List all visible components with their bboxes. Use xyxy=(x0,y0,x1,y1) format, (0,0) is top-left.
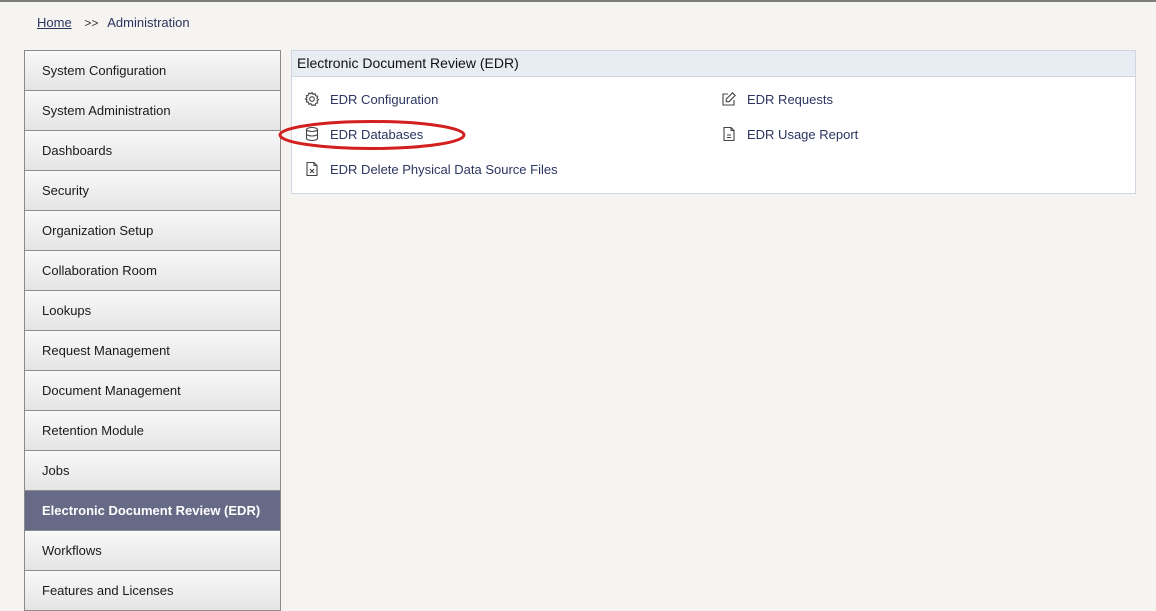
breadcrumb-home-link[interactable]: Home xyxy=(37,15,72,30)
document-icon xyxy=(721,126,737,142)
database-icon xyxy=(304,126,320,142)
edr-usage-report-label: EDR Usage Report xyxy=(747,126,859,142)
sidebar-item-retention-module[interactable]: Retention Module xyxy=(25,411,280,451)
breadcrumb-separator: >> xyxy=(84,16,99,30)
sidebar-item-lookups[interactable]: Lookups xyxy=(25,291,280,331)
edr-databases-label: EDR Databases xyxy=(330,126,424,142)
breadcrumb-current: Administration xyxy=(107,15,190,30)
gear-icon xyxy=(304,91,320,107)
sidebar-item-workflows[interactable]: Workflows xyxy=(25,531,280,571)
admin-sidebar: System Configuration System Administrati… xyxy=(24,50,281,611)
edr-configuration-label: EDR Configuration xyxy=(330,91,439,107)
file-delete-icon xyxy=(304,161,320,177)
edr-databases-link[interactable]: EDR Databases xyxy=(304,126,423,142)
sidebar-item-security[interactable]: Security xyxy=(25,171,280,211)
edr-configuration-link[interactable]: EDR Configuration xyxy=(304,91,438,107)
sidebar-item-system-configuration[interactable]: System Configuration xyxy=(25,51,280,91)
edr-delete-files-link[interactable]: EDR Delete Physical Data Source Files xyxy=(304,161,558,177)
breadcrumb: Home >> Administration xyxy=(37,15,190,30)
sidebar-item-system-administration[interactable]: System Administration xyxy=(25,91,280,131)
edr-requests-label: EDR Requests xyxy=(747,91,833,107)
edr-delete-files-label: EDR Delete Physical Data Source Files xyxy=(330,161,558,177)
edr-requests-link[interactable]: EDR Requests xyxy=(721,91,833,107)
edit-icon xyxy=(721,91,737,107)
sidebar-item-organization-setup[interactable]: Organization Setup xyxy=(25,211,280,251)
edr-usage-report-link[interactable]: EDR Usage Report xyxy=(721,126,858,142)
sidebar-item-dashboards[interactable]: Dashboards xyxy=(25,131,280,171)
sidebar-item-document-management[interactable]: Document Management xyxy=(25,371,280,411)
sidebar-item-request-management[interactable]: Request Management xyxy=(25,331,280,371)
sidebar-item-jobs[interactable]: Jobs xyxy=(25,451,280,491)
sidebar-item-edr[interactable]: Electronic Document Review (EDR) xyxy=(25,491,280,531)
panel-title: Electronic Document Review (EDR) xyxy=(292,51,1135,77)
edr-panel: Electronic Document Review (EDR) EDR Con… xyxy=(291,50,1136,194)
sidebar-item-features-and-licenses[interactable]: Features and Licenses xyxy=(25,571,280,611)
administration-page: Home >> Administration System Configurat… xyxy=(0,0,1156,611)
sidebar-item-collaboration-room[interactable]: Collaboration Room xyxy=(25,251,280,291)
